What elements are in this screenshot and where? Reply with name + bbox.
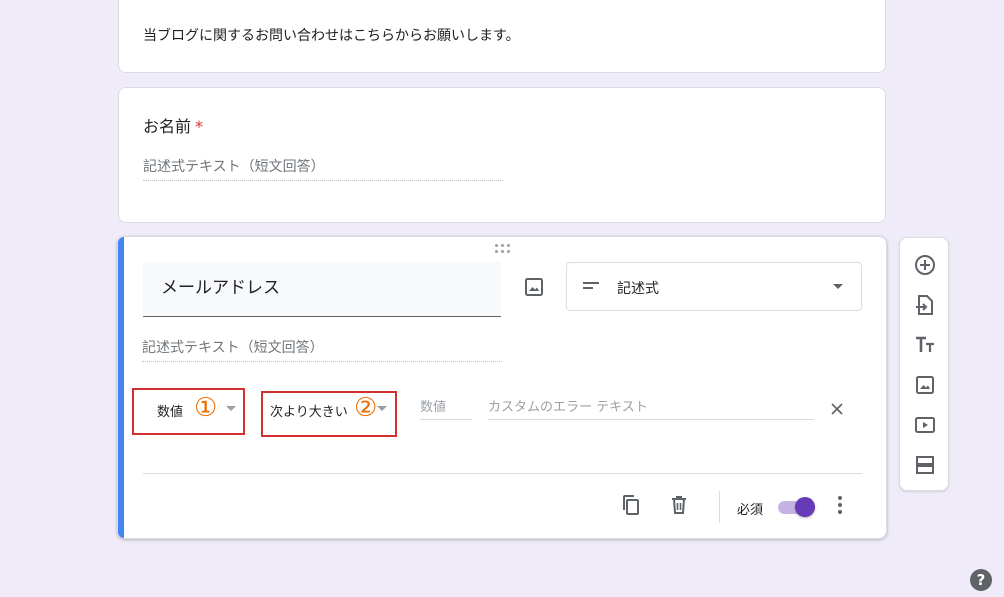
required-toggle[interactable] bbox=[778, 497, 816, 517]
side-toolbar bbox=[899, 237, 949, 491]
validation-condition-label: 次より大きい bbox=[270, 405, 348, 420]
required-asterisk: * bbox=[195, 117, 204, 136]
annotation-number-2: ② bbox=[354, 393, 378, 423]
delete-icon[interactable] bbox=[667, 493, 691, 517]
form-description: 当ブログに関するお問い合わせはこちらからお願いします。 bbox=[143, 28, 520, 44]
question-card-email[interactable]: 記述式 記述式テキスト（短文回答） 数値 ① 次より大きい ② 必須 bbox=[117, 236, 887, 539]
custom-error-text-input[interactable] bbox=[488, 400, 814, 420]
form-description-card: 当ブログに関するお問い合わせはこちらからお願いします。 bbox=[118, 0, 886, 73]
add-image-icon[interactable] bbox=[913, 373, 937, 397]
validation-value-input[interactable] bbox=[420, 400, 472, 420]
add-image-icon[interactable] bbox=[522, 275, 546, 299]
add-question-icon[interactable] bbox=[913, 253, 937, 277]
required-toggle-label: 必須 bbox=[737, 503, 764, 518]
add-section-icon[interactable] bbox=[913, 453, 937, 477]
annotation-box-1 bbox=[132, 388, 245, 435]
validation-condition-select[interactable]: 次より大きい bbox=[270, 401, 348, 420]
question-title: お名前 * bbox=[143, 113, 203, 137]
add-video-icon[interactable] bbox=[913, 413, 937, 437]
validation-type-label: 数値 bbox=[157, 405, 184, 420]
short-answer-placeholder: 記述式テキスト（短文回答） bbox=[142, 337, 502, 362]
annotation-number-1: ① bbox=[194, 393, 218, 423]
close-icon[interactable] bbox=[829, 401, 845, 417]
import-questions-icon[interactable] bbox=[913, 293, 937, 317]
chevron-down-icon bbox=[377, 406, 387, 411]
short-answer-placeholder: 記述式テキスト（短文回答） bbox=[143, 156, 503, 181]
validation-type-select[interactable]: 数値 bbox=[157, 401, 183, 420]
question-title-input[interactable] bbox=[159, 274, 483, 296]
question-type-dropdown[interactable]: 記述式 bbox=[566, 262, 862, 311]
duplicate-icon[interactable] bbox=[619, 493, 643, 517]
question-card-name[interactable]: お名前 * 記述式テキスト（短文回答） bbox=[118, 87, 886, 223]
question-type-label: 記述式 bbox=[617, 281, 659, 297]
active-card-accent bbox=[118, 237, 124, 538]
short-answer-icon bbox=[583, 282, 599, 289]
add-title-icon[interactable] bbox=[913, 333, 937, 357]
chevron-down-icon bbox=[833, 284, 843, 289]
chevron-down-icon bbox=[226, 406, 236, 411]
more-vert-icon[interactable] bbox=[828, 493, 852, 517]
question-title-field[interactable] bbox=[143, 262, 501, 317]
help-icon[interactable]: ? bbox=[970, 569, 992, 591]
card-footer-divider bbox=[143, 473, 862, 474]
footer-vertical-divider bbox=[719, 491, 720, 523]
toggle-knob bbox=[795, 497, 815, 517]
question-title-text: お名前 bbox=[143, 117, 192, 136]
drag-handle-icon[interactable] bbox=[495, 244, 511, 254]
